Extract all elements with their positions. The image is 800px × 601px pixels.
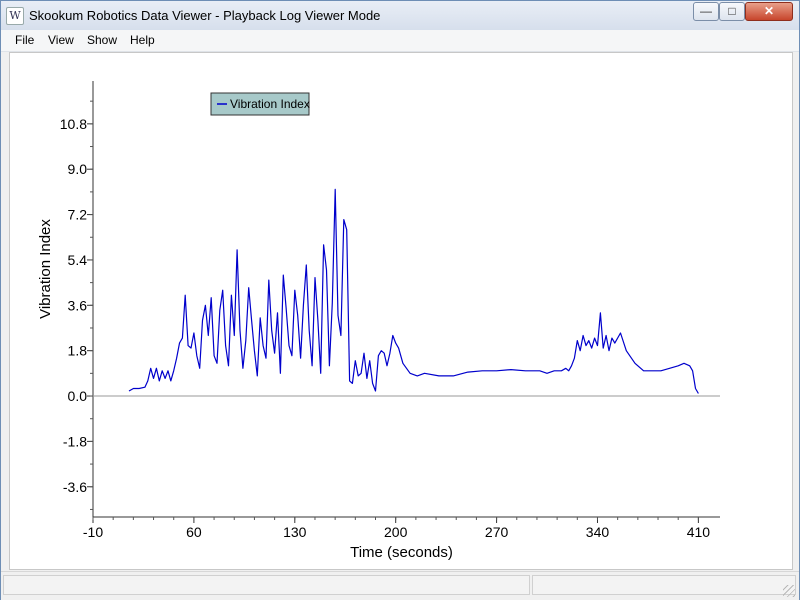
resize-grip-icon[interactable] (783, 585, 795, 597)
status-pane-left (3, 575, 530, 595)
window-title: Skookum Robotics Data Viewer - Playback … (29, 8, 381, 23)
status-pane-right (532, 575, 796, 595)
status-bar (1, 571, 799, 600)
menu-bar: File View Show Help (1, 30, 799, 52)
menu-file[interactable]: File (15, 33, 34, 47)
title-bar[interactable]: W Skookum Robotics Data Viewer - Playbac… (1, 1, 799, 30)
close-button[interactable]: ✕ (745, 2, 793, 21)
maximize-icon: □ (728, 4, 736, 18)
chart-panel (9, 52, 793, 570)
app-icon[interactable]: W (6, 7, 24, 25)
menu-help[interactable]: Help (130, 33, 155, 47)
maximize-button[interactable]: □ (719, 2, 745, 21)
menu-view[interactable]: View (48, 33, 74, 47)
minimize-button[interactable]: — (693, 2, 719, 21)
close-icon: ✕ (763, 4, 775, 18)
app-window: W Skookum Robotics Data Viewer - Playbac… (0, 0, 800, 600)
menu-show[interactable]: Show (87, 33, 117, 47)
minimize-icon: — (700, 4, 712, 18)
